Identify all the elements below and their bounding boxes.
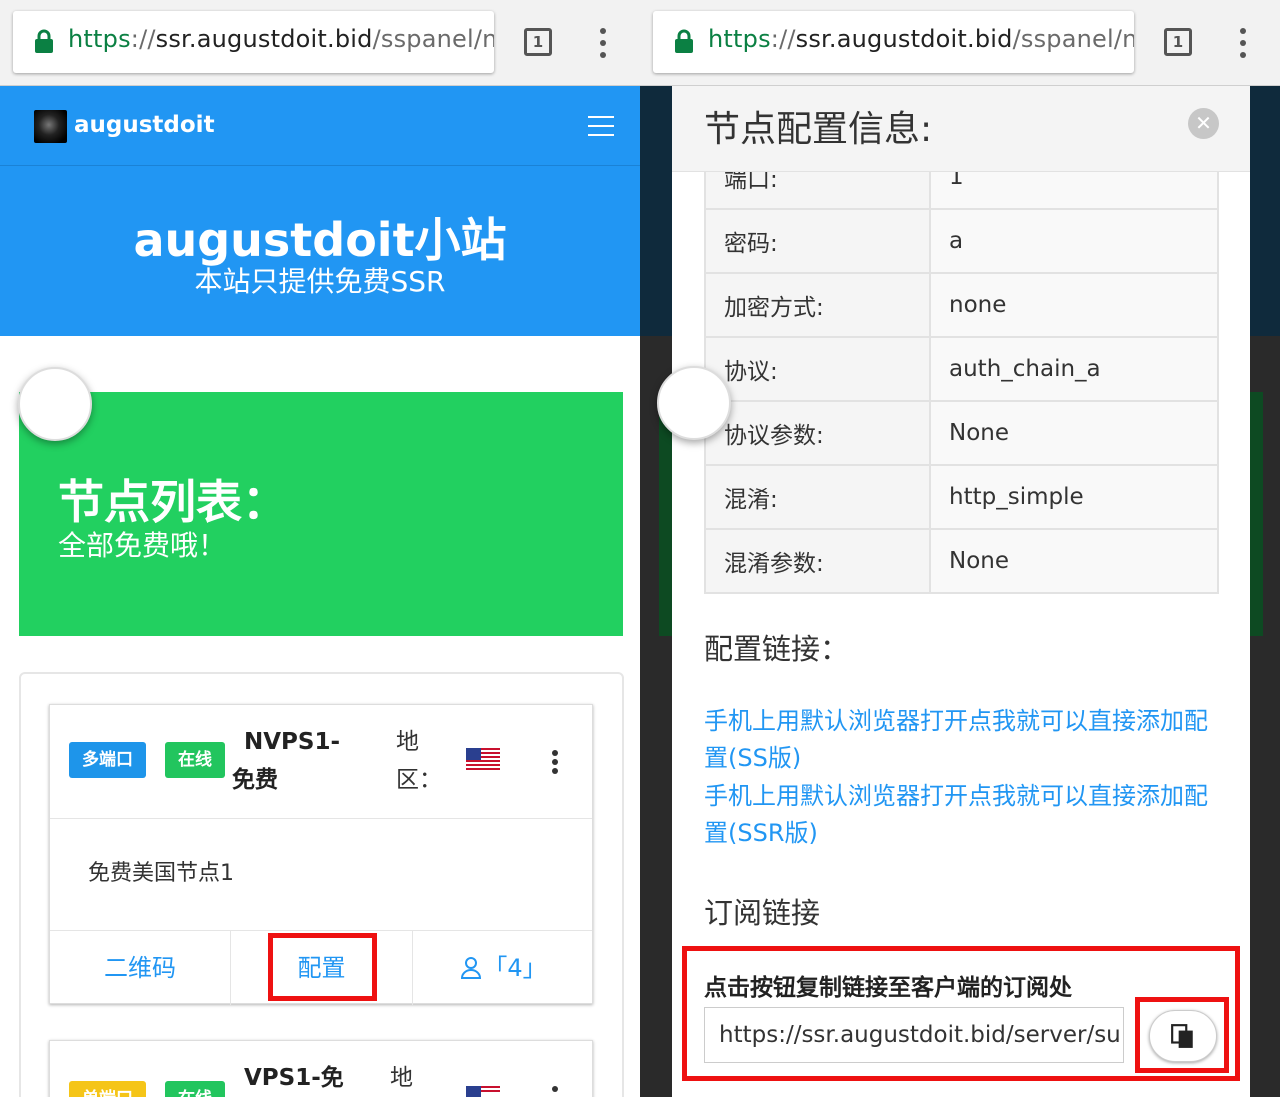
browser-menu-icon[interactable] — [1240, 28, 1246, 58]
table-row: 协议参数: None — [704, 400, 1219, 466]
ss-config-link[interactable]: 手机上用默认浏览器打开点我就可以直接添加配置(SS版) — [704, 703, 1214, 777]
site-navbar: augustdoit — [0, 86, 640, 166]
close-icon[interactable]: ✕ — [1188, 108, 1219, 139]
table-row: 混淆参数: None — [704, 528, 1219, 594]
subscription-url-input[interactable]: https://ssr.augustdoit.bid/server/su — [704, 1007, 1124, 1063]
users-button[interactable]: 「4」 — [413, 931, 593, 1005]
config-key: 加密方式: — [704, 272, 931, 338]
table-row: 协议: auth_chain_a — [704, 336, 1219, 402]
config-value: http_simple — [929, 464, 1219, 530]
subscription-highlight-box: 点击按钮复制链接至客户端的订阅处 https://ssr.augustdoit.… — [682, 946, 1240, 1081]
node-description: 免费美国节点1 — [88, 861, 234, 886]
node-list-header-card: 节点列表： 全部免费哦！ — [19, 392, 623, 636]
config-key: 协议: — [704, 336, 931, 402]
tab-switcher-button[interactable]: 1 — [524, 28, 552, 56]
table-row: 加密方式: none — [704, 272, 1219, 338]
floating-action-button[interactable] — [18, 367, 92, 441]
hamburger-menu-icon[interactable] — [588, 116, 614, 143]
url-text: https://ssr.augustdoit.bid/sspanel/no — [68, 25, 494, 53]
right-screenshot: https://ssr.augustdoit.bid/sspanel/no 1 … — [640, 0, 1280, 1097]
node-name: VPS1-免 — [244, 1065, 344, 1091]
config-value: None — [929, 400, 1219, 466]
config-value: a — [929, 208, 1219, 274]
browser-menu-icon[interactable] — [600, 28, 606, 58]
lock-icon — [35, 29, 53, 53]
config-key: 混淆参数: — [704, 528, 931, 594]
address-bar[interactable]: https://ssr.augustdoit.bid/sspanel/no — [13, 11, 494, 73]
table-row: 混淆: http_simple — [704, 464, 1219, 530]
hero-subtitle: 本站只提供免费SSR — [194, 265, 446, 298]
config-value: none — [929, 272, 1219, 338]
config-key: 密码: — [704, 208, 931, 274]
left-screenshot: https://ssr.augustdoit.bid/sspanel/no 1 … — [0, 0, 640, 1097]
floating-action-button[interactable] — [657, 366, 731, 440]
multi-port-badge: 多端口 — [69, 742, 146, 778]
modal-title: 节点配置信息: — [704, 109, 933, 150]
browser-toolbar: https://ssr.augustdoit.bid/sspanel/no 1 — [0, 0, 640, 86]
node-config-modal: 节点配置信息: ✕ 端口: 1 密码: a 加密方式: none 协议: auth_ch… — [672, 86, 1250, 1097]
node-more-icon[interactable] — [552, 1086, 558, 1095]
node-list-title: 节点列表： — [58, 475, 288, 529]
us-flag-icon — [466, 1086, 500, 1097]
user-count: 「4」 — [483, 954, 547, 982]
node-more-icon[interactable] — [552, 750, 558, 777]
address-bar[interactable]: https://ssr.augustdoit.bid/sspanel/no — [653, 11, 1134, 73]
table-row: 密码: a — [704, 208, 1219, 274]
config-button-highlight — [268, 933, 377, 1001]
region-label: 地 — [390, 1065, 413, 1091]
user-icon — [461, 957, 482, 979]
url-text: https://ssr.augustdoit.bid/sspanel/no — [708, 25, 1134, 53]
region-label: 地区： — [396, 729, 442, 793]
modal-header: 节点配置信息: ✕ — [672, 86, 1250, 172]
single-port-badge: 单端口 — [69, 1081, 146, 1097]
node-name: NVPS1-免费 — [232, 729, 341, 793]
lock-icon — [675, 29, 693, 53]
us-flag-icon — [466, 748, 500, 772]
config-key: 协议参数: — [704, 400, 931, 466]
node-card: 单端口 在线 VPS1-免 地 — [49, 1040, 593, 1097]
copy-button[interactable] — [1149, 1010, 1217, 1062]
config-link-title: 配置链接： — [704, 632, 850, 666]
copy-button-highlight — [1135, 997, 1229, 1073]
qrcode-button[interactable]: 二维码 — [50, 931, 230, 1005]
online-badge: 在线 — [165, 1081, 225, 1097]
subscription-title: 订阅链接 — [704, 896, 821, 930]
ssr-config-link[interactable]: 手机上用默认浏览器打开点我就可以直接添加配置(SSR版) — [704, 778, 1214, 852]
subscription-label: 点击按钮复制链接至客户端的订阅处 — [704, 975, 1072, 1001]
copy-icon — [1171, 1024, 1193, 1048]
config-table: 端口: 1 密码: a 加密方式: none 协议: auth_chain_a 协议参数… — [704, 144, 1219, 594]
node-list-subtitle: 全部免费哦！ — [58, 529, 227, 562]
hero-banner: augustdoit小站 本站只提供免费SSR — [0, 166, 640, 336]
config-key: 混淆: — [704, 464, 931, 530]
config-value: auth_chain_a — [929, 336, 1219, 402]
browser-toolbar: https://ssr.augustdoit.bid/sspanel/no 1 — [640, 0, 1280, 86]
online-badge: 在线 — [165, 742, 225, 778]
config-value: None — [929, 528, 1219, 594]
site-logo[interactable] — [34, 110, 67, 143]
tab-switcher-button[interactable]: 1 — [1164, 28, 1192, 56]
site-brand[interactable]: augustdoit — [74, 112, 215, 138]
